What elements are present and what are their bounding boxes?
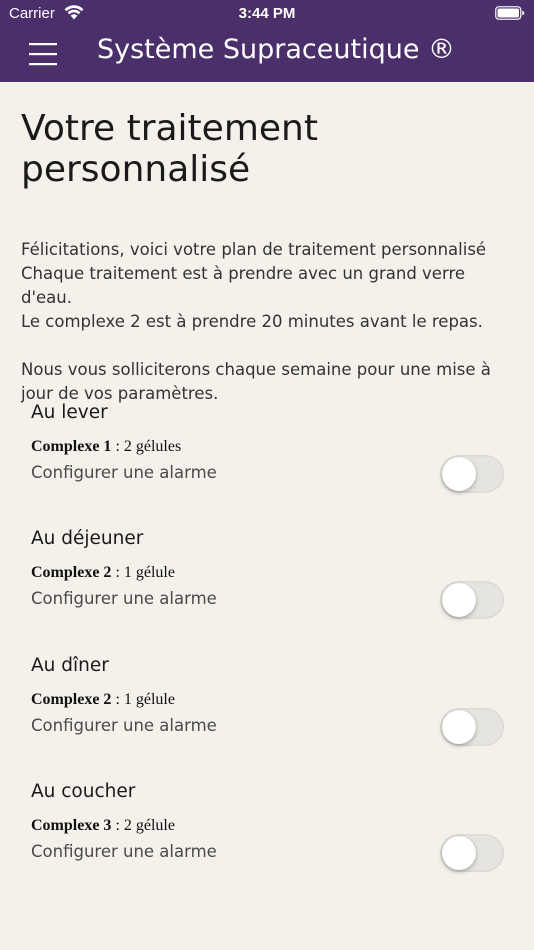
alarm-toggle-diner[interactable] bbox=[440, 708, 504, 746]
schedule-item-title: Au coucher bbox=[31, 781, 136, 802]
schedule-item-title: Au lever bbox=[31, 402, 108, 423]
schedule-item-dose: Complexe 2 : 1 gélule bbox=[31, 564, 175, 582]
app-title: Système Supraceutique ® bbox=[97, 34, 456, 65]
alarm-toggle-coucher[interactable] bbox=[440, 834, 504, 872]
toggle-knob bbox=[442, 836, 476, 870]
complex-name: Complexe 2 bbox=[31, 691, 112, 708]
schedule-item-dejeuner: Au déjeuner Complexe 2 : 1 gélule Config… bbox=[31, 528, 511, 638]
schedule-item-dose: Complexe 2 : 1 gélule bbox=[31, 691, 175, 709]
intro-line: Chaque traitement est à prendre avec un … bbox=[21, 264, 466, 307]
dose-amount: : 2 gélules bbox=[111, 438, 182, 455]
schedule-item-diner: Au dîner Complexe 2 : 1 gélule Configure… bbox=[31, 655, 511, 765]
schedule-item-coucher: Au coucher Complexe 3 : 2 gélule Configu… bbox=[31, 781, 511, 891]
status-bar: Carrier 3:44 PM bbox=[0, 0, 534, 28]
dose-amount: : 1 gélule bbox=[111, 564, 175, 581]
app-header: Carrier 3:44 PM Système Supraceutique ® bbox=[0, 0, 534, 82]
toggle-knob bbox=[442, 457, 476, 491]
toggle-knob bbox=[442, 583, 476, 617]
page-title: Votre traitement personnalisé bbox=[21, 108, 318, 190]
dose-amount: : 1 gélule bbox=[111, 691, 175, 708]
toggle-knob bbox=[442, 710, 476, 744]
alarm-toggle-lever[interactable] bbox=[440, 455, 504, 493]
alarm-label: Configurer une alarme bbox=[31, 716, 217, 735]
clock: 3:44 PM bbox=[238, 5, 296, 22]
hamburger-menu-icon[interactable] bbox=[27, 40, 59, 70]
alarm-label: Configurer une alarme bbox=[31, 842, 217, 861]
schedule-item-dose: Complexe 1 : 2 gélules bbox=[31, 438, 181, 456]
battery-icon bbox=[495, 6, 525, 20]
complex-name: Complexe 1 bbox=[31, 438, 112, 455]
alarm-toggle-dejeuner[interactable] bbox=[440, 581, 504, 619]
complex-name: Complexe 3 bbox=[31, 817, 112, 834]
dose-amount: : 2 gélule bbox=[111, 817, 175, 834]
intro-line: Le complexe 2 est à prendre 20 minutes a… bbox=[21, 312, 483, 331]
schedule-item-title: Au dîner bbox=[31, 655, 109, 676]
complex-name: Complexe 2 bbox=[31, 564, 112, 581]
intro-line: Nous vous solliciterons chaque semaine p… bbox=[21, 360, 491, 403]
alarm-label: Configurer une alarme bbox=[31, 589, 217, 608]
alarm-label: Configurer une alarme bbox=[31, 463, 217, 482]
schedule-item-dose: Complexe 3 : 2 gélule bbox=[31, 817, 175, 835]
intro-line: Félicitations, voici votre plan de trait… bbox=[21, 240, 487, 259]
schedule-item-title: Au déjeuner bbox=[31, 528, 144, 549]
intro-text: Félicitations, voici votre plan de trait… bbox=[21, 238, 521, 406]
schedule-item-lever: Au lever Complexe 1 : 2 gélules Configur… bbox=[31, 402, 511, 512]
